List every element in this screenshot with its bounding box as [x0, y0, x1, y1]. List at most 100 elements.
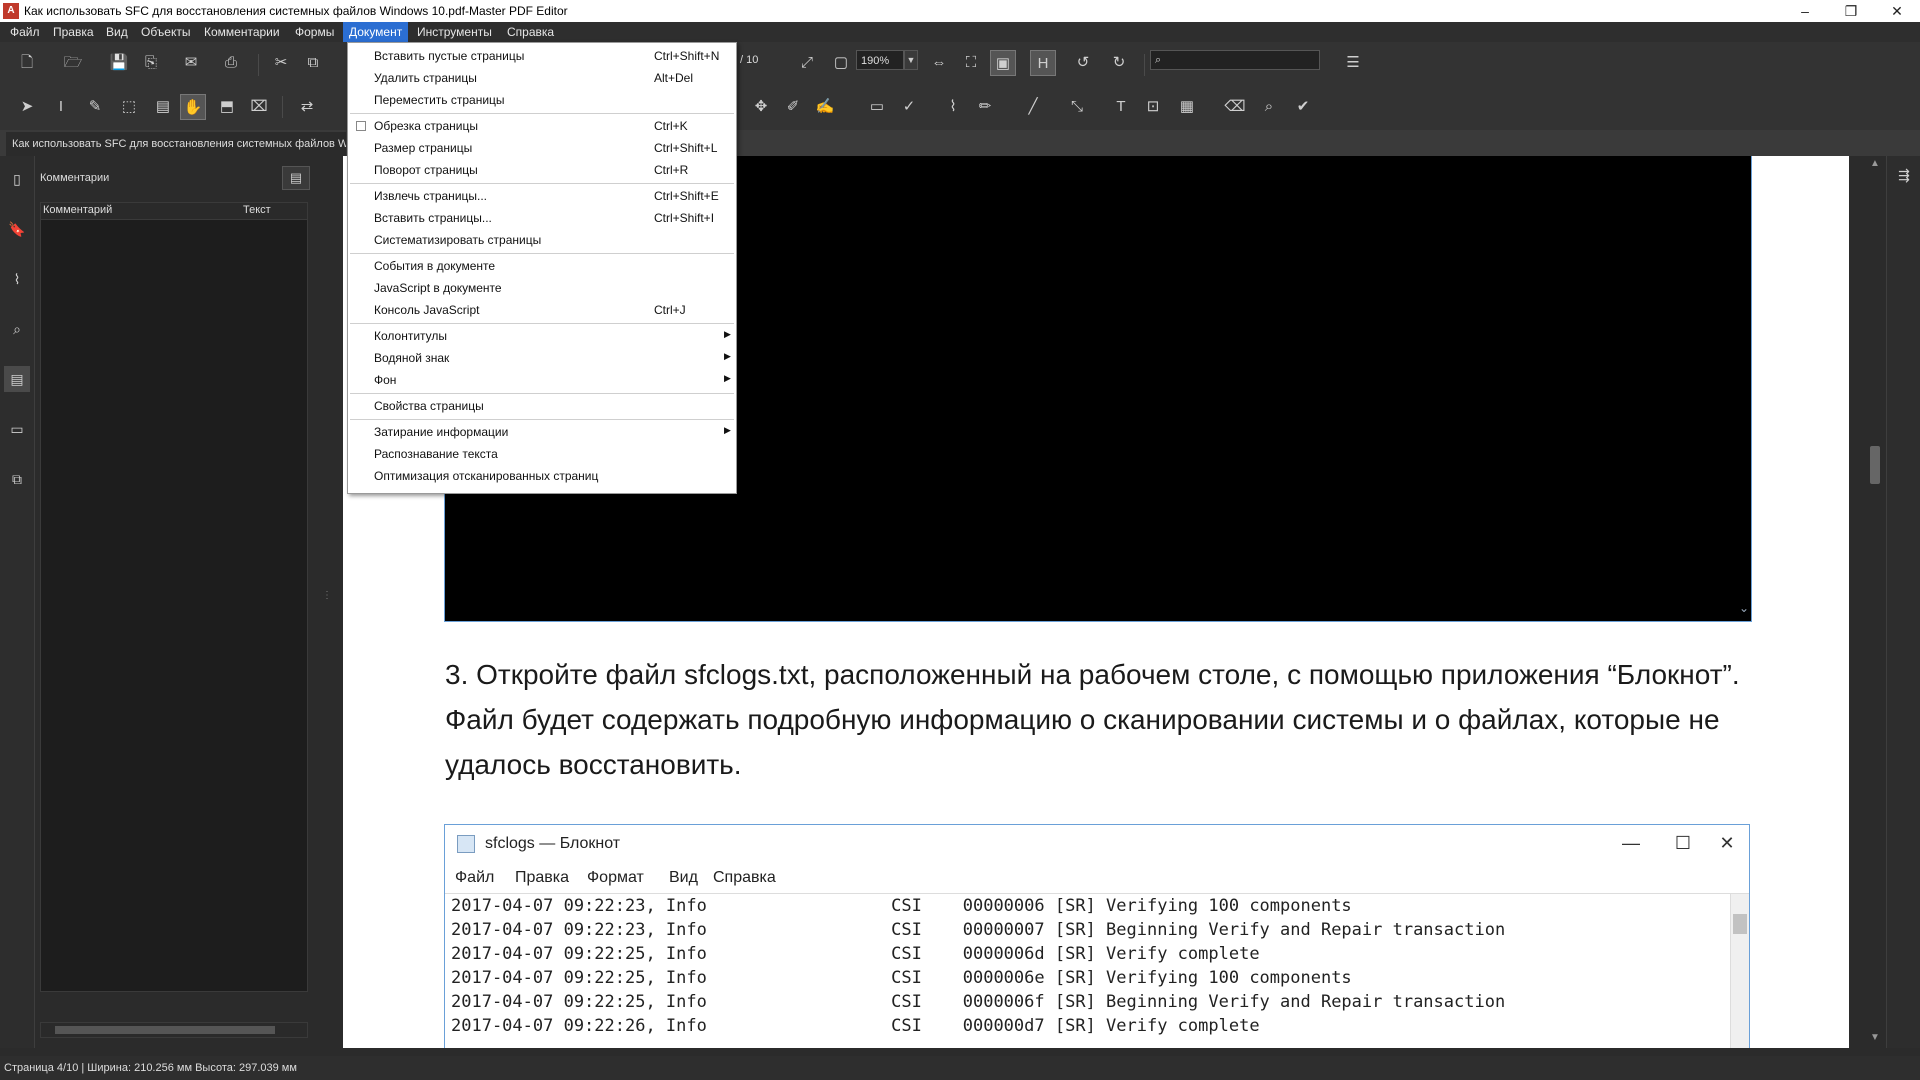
edit-object-icon[interactable]: ⬚: [116, 94, 142, 120]
menu-item-organize-pages[interactable]: Систематизировать страницы: [348, 229, 736, 251]
eraser-icon[interactable]: ⌫: [1222, 94, 1248, 120]
menu-edit[interactable]: Правка: [47, 22, 100, 42]
menu-item-extract-pages[interactable]: Извлечь страницы... Ctrl+Shift+E: [348, 185, 736, 207]
close-button[interactable]: ✕: [1874, 0, 1920, 22]
zoom-dropdown-icon[interactable]: ▼: [904, 50, 918, 70]
menu-help[interactable]: Справка: [501, 22, 560, 42]
menu-item-ocr[interactable]: Распознавание текста: [348, 443, 736, 465]
menu-tools[interactable]: Инструменты: [411, 22, 498, 42]
measure-icon[interactable]: ⌕: [1256, 94, 1282, 120]
shapes-icon[interactable]: ▦: [1174, 94, 1200, 120]
menu-item-watermark[interactable]: Водяной знак ▶: [348, 347, 736, 369]
callout-icon[interactable]: ⊡: [1140, 94, 1166, 120]
layers-icon[interactable]: ⧉: [4, 466, 30, 492]
menu-item-insert-blank-pages[interactable]: Вставить пустые страницы Ctrl+Shift+N: [348, 45, 736, 67]
fit-page-icon[interactable]: ⤢: [794, 50, 820, 76]
cut-icon[interactable]: ✂: [268, 50, 294, 76]
edit-text-icon[interactable]: ✎: [82, 94, 108, 120]
zoom-level-input[interactable]: 190%: [856, 50, 904, 70]
document-tab[interactable]: Как использовать SFC для восстановления …: [6, 132, 346, 156]
menu-item-optimize-scans[interactable]: Оптимизация отсканированных страниц: [348, 465, 736, 487]
restore-button[interactable]: ❐: [1828, 0, 1874, 22]
menu-item-document-javascript[interactable]: JavaScript в документе: [348, 277, 736, 299]
text-select-icon[interactable]: I: [48, 94, 74, 120]
comment-icon[interactable]: ▭: [864, 94, 890, 120]
checkmark-icon[interactable]: ✓: [896, 94, 922, 120]
actual-size-icon[interactable]: ▢: [828, 50, 854, 76]
fit-visible-icon[interactable]: ⛶: [958, 50, 984, 76]
fit-width-icon[interactable]: ⇔: [926, 50, 952, 76]
scroll-thumb[interactable]: [55, 1026, 275, 1034]
scroll-thumb[interactable]: [1870, 446, 1880, 484]
snapshot-icon[interactable]: ⌧: [246, 94, 272, 120]
copy-icon[interactable]: ⧉: [300, 50, 326, 76]
arrow-icon[interactable]: ⤡: [1064, 94, 1090, 120]
forms-panel-icon[interactable]: ▭: [4, 416, 30, 442]
comments-list[interactable]: Комментарий Текст: [40, 202, 308, 992]
attach-icon[interactable]: ⌇: [940, 94, 966, 120]
print-icon[interactable]: ⎙: [218, 50, 244, 76]
menu-item-headers-footers[interactable]: Колонтитулы ▶: [348, 325, 736, 347]
menu-item-page-size[interactable]: Размер страницы Ctrl+Shift+L: [348, 137, 736, 159]
highlight-icon[interactable]: ✏: [972, 94, 998, 120]
search-panel-icon[interactable]: ⌕: [4, 316, 30, 342]
menu-file[interactable]: Файл: [4, 22, 46, 42]
scroll-up-icon[interactable]: ▲: [1866, 158, 1884, 169]
notepad-minimize-icon: —: [1622, 833, 1640, 853]
email-icon[interactable]: ✉: [178, 50, 204, 76]
new-document-icon[interactable]: 🗋: [14, 50, 40, 76]
pen-icon[interactable]: ✐: [780, 94, 806, 120]
menu-view[interactable]: Вид: [100, 22, 134, 42]
panel-splitter[interactable]: ⋮: [322, 590, 332, 610]
text-box-icon[interactable]: T: [1108, 94, 1134, 120]
comments-panel-icon[interactable]: ▤: [4, 366, 30, 392]
menu-item-crop-page[interactable]: Обрезка страницы Ctrl+K: [348, 115, 736, 137]
notepad-maximize-icon: ☐: [1674, 833, 1692, 853]
minimize-button[interactable]: –: [1782, 0, 1828, 22]
menu-document[interactable]: Документ: [343, 22, 409, 42]
menu-item-javascript-console[interactable]: Консоль JavaScript Ctrl+J: [348, 299, 736, 321]
save-as-icon[interactable]: ⎘: [138, 50, 164, 76]
continuous-page-icon[interactable]: H: [1030, 50, 1056, 76]
save-icon[interactable]: 💾: [106, 50, 132, 76]
document-vscroll[interactable]: ▲ ▼: [1866, 156, 1884, 1048]
hand-tool-icon[interactable]: ✋: [180, 94, 206, 120]
column-comment[interactable]: Комментарий: [43, 204, 112, 216]
panel-options-icon[interactable]: ▤: [282, 166, 310, 190]
check-sign-icon[interactable]: ✔: [1290, 94, 1316, 120]
stamp-icon[interactable]: ✥: [748, 94, 774, 120]
menu-objects[interactable]: Объекты: [135, 22, 197, 42]
scroll-down-icon[interactable]: ▼: [1866, 1032, 1884, 1043]
menu-lines-icon[interactable]: ☰: [1340, 50, 1366, 76]
signature-icon[interactable]: ✍: [812, 94, 838, 120]
menu-item-rotate-page[interactable]: Поворот страницы Ctrl+R: [348, 159, 736, 181]
menu-item-background[interactable]: Фон ▶: [348, 369, 736, 391]
pages-icon[interactable]: ▯: [4, 166, 30, 192]
menu-comments[interactable]: Комментарии: [198, 22, 286, 42]
menu-item-document-events[interactable]: События в документе: [348, 255, 736, 277]
open-folder-icon[interactable]: 🗁: [60, 50, 86, 76]
menu-item-delete-pages[interactable]: Удалить страницы Alt+Del: [348, 67, 736, 89]
rotate-left-icon[interactable]: ↺: [1070, 50, 1096, 76]
attachments-icon[interactable]: ⌇: [4, 266, 30, 292]
separator: [258, 54, 259, 76]
menu-forms[interactable]: Формы: [289, 22, 340, 42]
search-input[interactable]: ⌕: [1150, 50, 1320, 70]
select-arrow-icon[interactable]: ➤: [14, 94, 40, 120]
menu-item-redaction[interactable]: Затирание информации ▶: [348, 421, 736, 443]
log-line: 2017-04-07 09:22:25, Info CSI 0000006e […: [451, 968, 1352, 988]
form-field-icon[interactable]: ▤: [150, 94, 176, 120]
menu-item-move-pages[interactable]: Переместить страницы: [348, 89, 736, 111]
menu-item-insert-pages[interactable]: Вставить страницы... Ctrl+Shift+I: [348, 207, 736, 229]
single-page-icon[interactable]: ▣: [990, 50, 1016, 76]
link-icon[interactable]: ⇄: [294, 94, 320, 120]
properties-icon[interactable]: ⇶: [1891, 162, 1917, 188]
menu-item-page-properties[interactable]: Свойства страницы: [348, 395, 736, 417]
rotate-right-icon[interactable]: ↻: [1106, 50, 1132, 76]
crop-icon[interactable]: ⬒: [214, 94, 240, 120]
comments-hscroll[interactable]: [40, 1022, 308, 1038]
line-icon[interactable]: ╱: [1020, 94, 1046, 120]
bookmarks-icon[interactable]: 🔖: [4, 216, 30, 242]
menu-bar: Файл Правка Вид Объекты Комментарии Форм…: [0, 22, 1920, 42]
column-text[interactable]: Текст: [243, 204, 271, 216]
